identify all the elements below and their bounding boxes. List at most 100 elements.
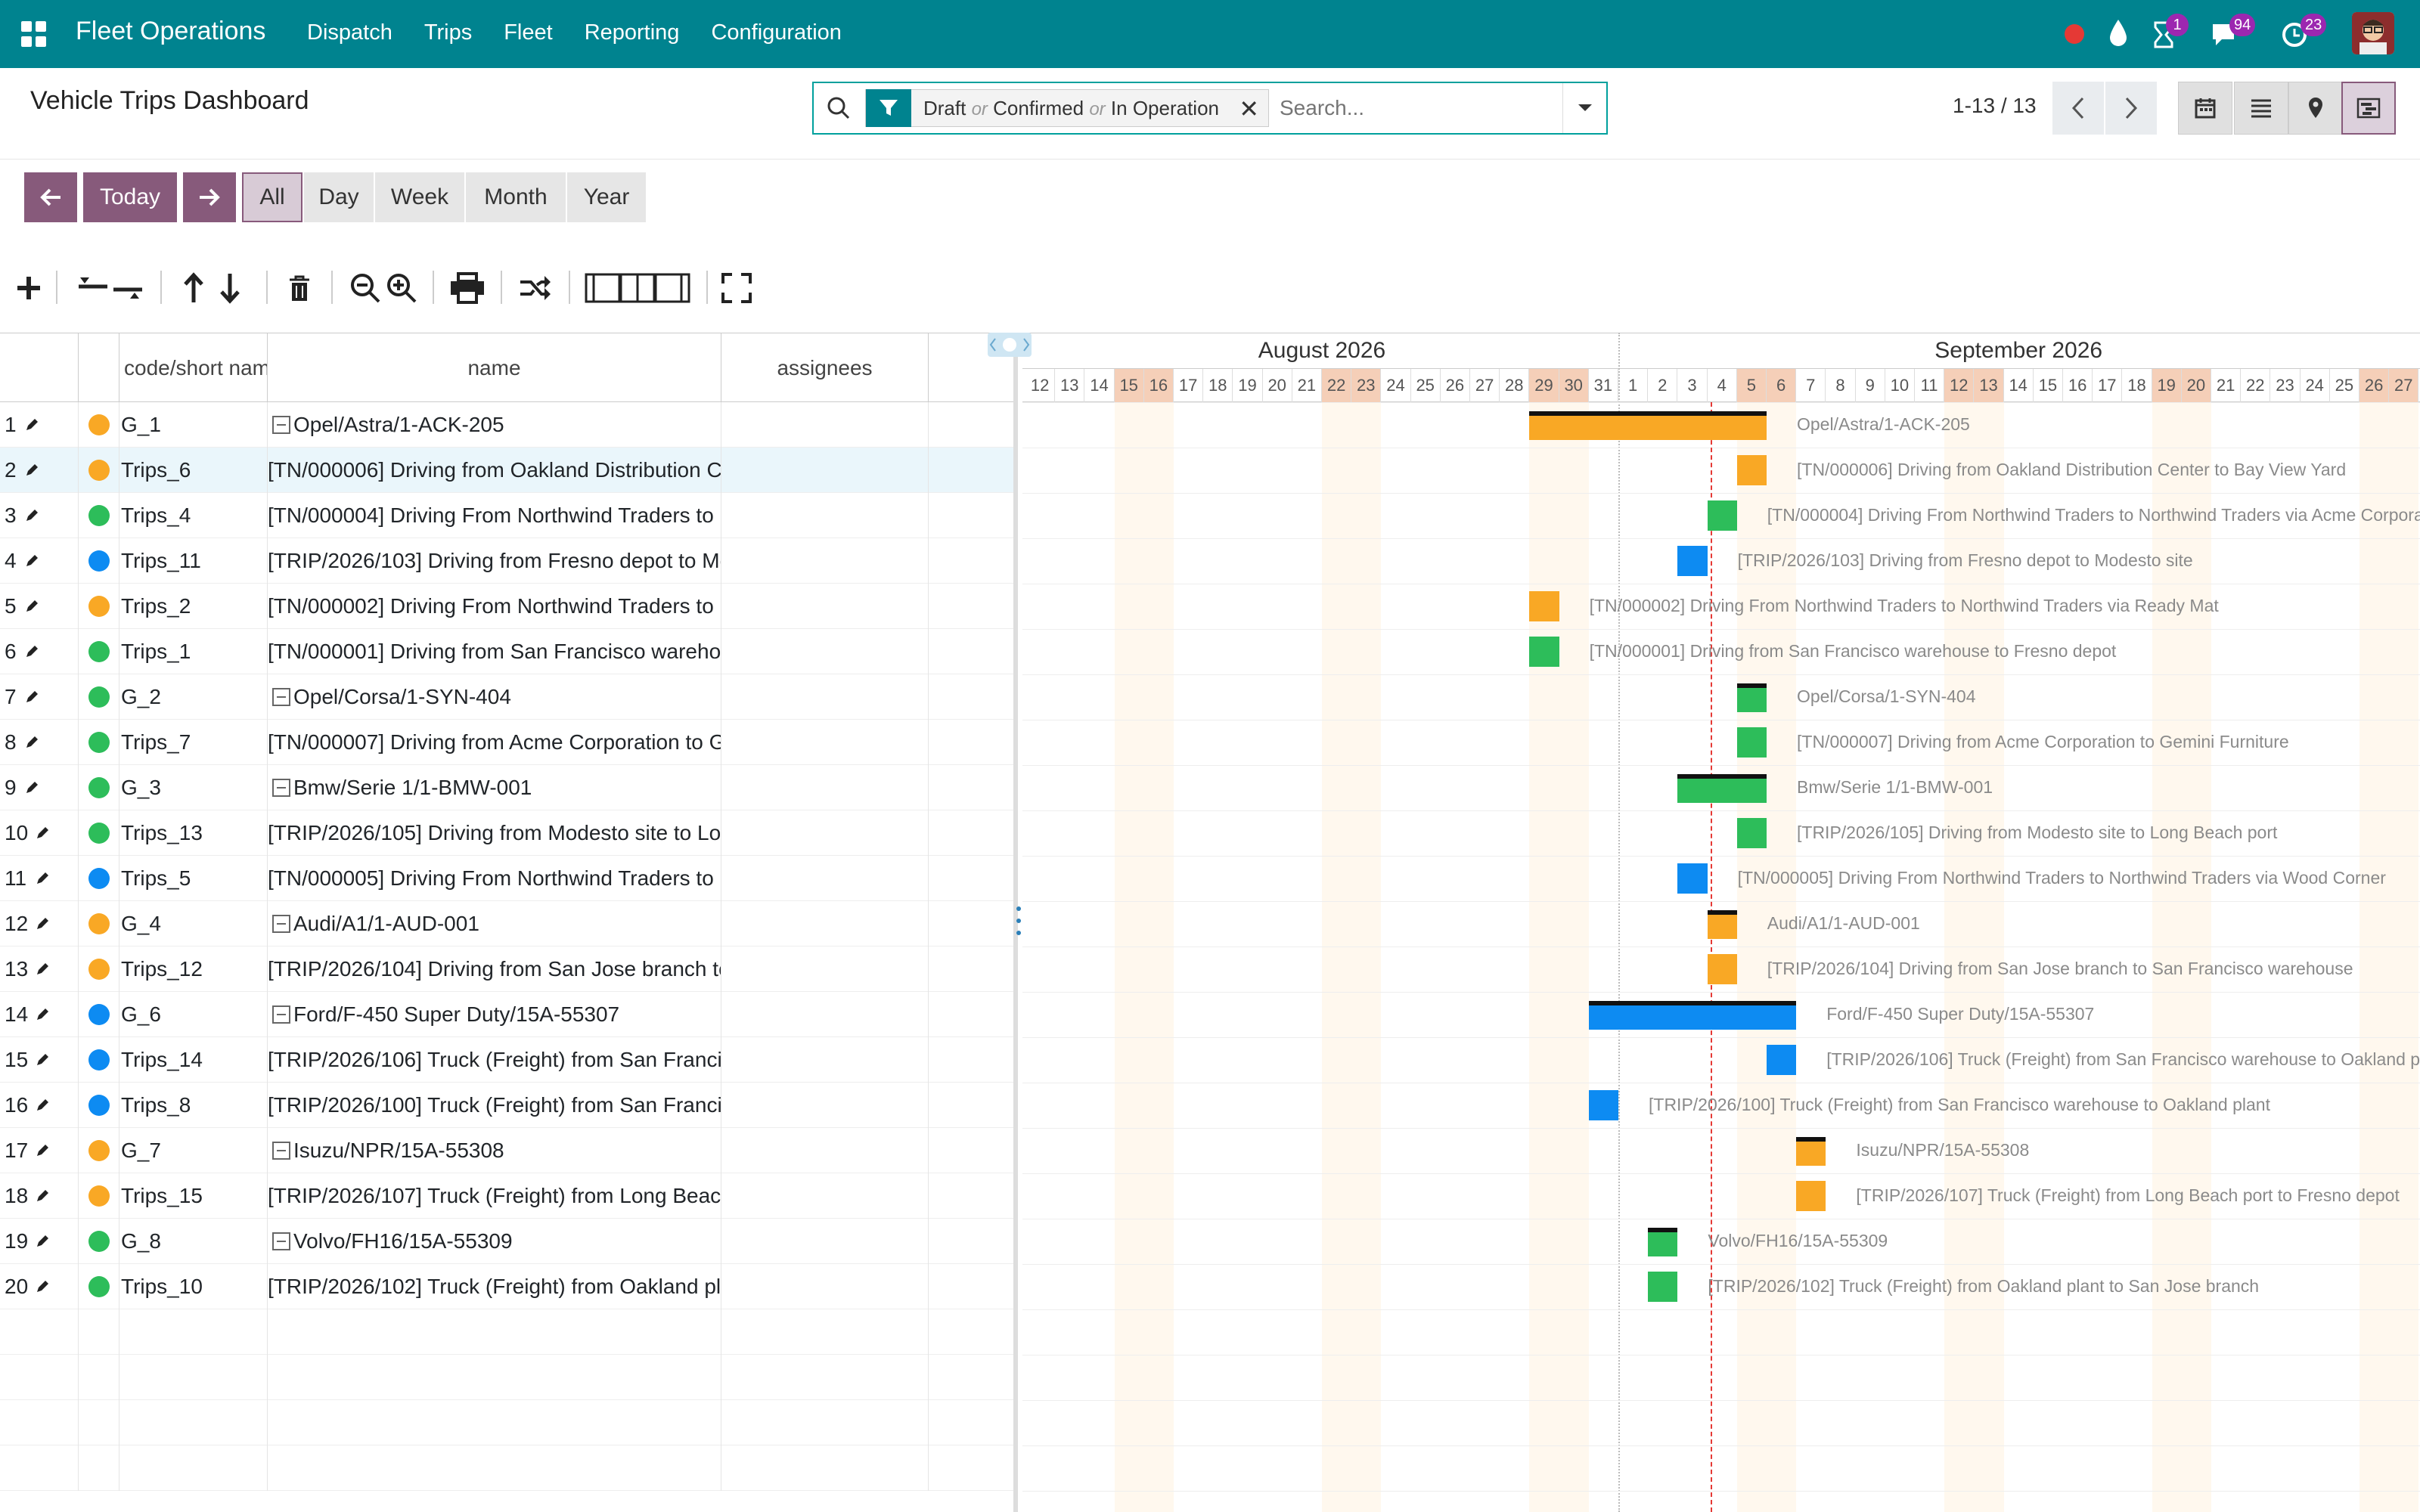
collapse-toggle-icon[interactable] — [272, 915, 290, 933]
add-task-icon[interactable] — [12, 269, 45, 307]
search-icon[interactable] — [826, 95, 852, 121]
zoom-out-icon[interactable] — [348, 269, 383, 307]
group-bar[interactable] — [1736, 683, 1767, 712]
today-button[interactable]: Today — [83, 172, 177, 222]
menu-trips[interactable]: Trips — [424, 20, 472, 45]
table-row[interactable]: 19 G_8 Volvo/FH16/15A-55309 — [0, 1219, 1013, 1264]
fullscreen-icon[interactable] — [720, 269, 753, 307]
menu-dispatch[interactable]: Dispatch — [307, 20, 392, 45]
edit-pencil-icon[interactable] — [35, 1188, 50, 1204]
collapse-toggle-icon[interactable] — [272, 688, 290, 706]
calendar-view-button[interactable] — [2178, 82, 2232, 135]
collapse-toggle-icon[interactable] — [272, 779, 290, 797]
user-avatar[interactable] — [2352, 12, 2394, 54]
edit-pencil-icon[interactable] — [24, 463, 39, 478]
task-bar[interactable] — [1707, 500, 1737, 531]
edit-pencil-icon[interactable] — [35, 871, 50, 886]
task-bar[interactable] — [1736, 818, 1767, 848]
table-row[interactable]: 7 G_2 Opel/Corsa/1-SYN-404 — [0, 674, 1013, 720]
table-row[interactable]: 1 G_1 Opel/Astra/1-ACK-205 — [0, 402, 1013, 448]
edit-pencil-icon[interactable] — [35, 1143, 50, 1158]
collapse-toggle-icon[interactable] — [272, 1232, 290, 1250]
table-row[interactable]: 11 Trips_5 [TN/000005] Driving From Northw… — [0, 856, 1013, 901]
gantt-view-button[interactable] — [2341, 82, 2396, 135]
group-bar[interactable] — [1648, 1228, 1678, 1256]
collapse-toggle-icon[interactable] — [272, 416, 290, 434]
edit-pencil-icon[interactable] — [35, 826, 50, 841]
task-bar[interactable] — [1529, 637, 1559, 667]
activity-menu[interactable]: 1 — [2149, 0, 2195, 68]
filter-facet[interactable]: Draft or Confirmed or In Operation ✕ — [865, 89, 1269, 127]
app-brand[interactable]: Fleet Operations — [76, 17, 265, 46]
updates-menu[interactable]: 23 — [2281, 0, 2334, 68]
timeline-scroll-handle[interactable] — [988, 333, 1032, 357]
menu-configuration[interactable]: Configuration — [711, 20, 842, 45]
search-input[interactable] — [1280, 89, 1567, 127]
recording-indicator[interactable] — [2065, 0, 2087, 68]
edit-pencil-icon[interactable] — [24, 735, 39, 750]
pager-value[interactable]: 1-13 / 13 — [1953, 94, 2037, 118]
zoom-in-icon[interactable] — [384, 269, 419, 307]
collapse-toggle-icon[interactable] — [272, 1142, 290, 1160]
table-row[interactable]: 16 Trips_8 [TRIP/2026/100] Truck (Freight)… — [0, 1083, 1013, 1128]
scale-month-button[interactable]: Month — [466, 172, 566, 222]
edit-pencil-icon[interactable] — [35, 1007, 50, 1022]
table-row[interactable]: 14 G_6 Ford/F-450 Super Duty/15A-55307 — [0, 992, 1013, 1037]
edit-pencil-icon[interactable] — [24, 508, 39, 523]
layout-toggle-icon[interactable] — [584, 269, 691, 307]
group-bar[interactable] — [1529, 411, 1767, 440]
drop-icon[interactable] — [2104, 0, 2134, 68]
next-period-button[interactable] — [183, 172, 236, 222]
edit-pencil-icon[interactable] — [24, 689, 39, 705]
task-bar[interactable] — [1736, 727, 1767, 758]
menu-fleet[interactable]: Fleet — [504, 20, 552, 45]
header-assignees[interactable]: assignees — [721, 333, 929, 403]
task-bar[interactable] — [1767, 1045, 1797, 1075]
scale-day-button[interactable]: Day — [304, 172, 374, 222]
group-bar[interactable] — [1707, 910, 1737, 939]
task-bar[interactable] — [1736, 455, 1767, 485]
header-code[interactable]: code/short name — [119, 333, 268, 403]
table-row[interactable]: 17 G_7 Isuzu/NPR/15A-55308 — [0, 1128, 1013, 1173]
group-bar[interactable] — [1588, 1001, 1797, 1030]
table-row[interactable]: 2 Trips_6 [TN/000006] Driving from Oakland… — [0, 448, 1013, 493]
move-down-icon[interactable] — [215, 269, 245, 307]
search-options-toggle[interactable] — [1562, 83, 1606, 133]
edit-pencil-icon[interactable] — [24, 644, 39, 659]
edit-pencil-icon[interactable] — [35, 1234, 50, 1249]
table-row[interactable]: 8 Trips_7 [TN/000007] Driving from Acme Co… — [0, 720, 1013, 765]
list-view-button[interactable] — [2234, 82, 2288, 135]
table-row[interactable]: 13 Trips_12 [TRIP/2026/104] Driving from S… — [0, 947, 1013, 992]
menu-reporting[interactable]: Reporting — [585, 20, 680, 45]
edit-pencil-icon[interactable] — [35, 916, 50, 931]
edit-pencil-icon[interactable] — [24, 553, 39, 569]
print-icon[interactable] — [448, 269, 487, 307]
task-bar[interactable] — [1796, 1181, 1826, 1211]
collapse-toggle-icon[interactable] — [272, 1005, 290, 1024]
table-row[interactable]: 18 Trips_15 [TRIP/2026/107] Truck (Freight… — [0, 1173, 1013, 1219]
scale-year-button[interactable]: Year — [567, 172, 646, 222]
task-bar[interactable] — [1529, 591, 1559, 621]
pager-previous-button[interactable] — [2052, 82, 2104, 135]
messages-menu[interactable]: 94 — [2210, 0, 2263, 68]
edit-pencil-icon[interactable] — [24, 417, 39, 432]
pane-splitter-handle[interactable] — [1016, 904, 1021, 937]
table-row[interactable]: 4 Trips_11 [TRIP/2026/103] Driving from Fr… — [0, 538, 1013, 584]
table-row[interactable]: 3 Trips_4 [TN/000004] Driving From Northwi… — [0, 493, 1013, 538]
scale-all-button[interactable]: All — [242, 172, 302, 222]
facet-close-icon[interactable]: ✕ — [1239, 94, 1259, 123]
edit-pencil-icon[interactable] — [35, 1279, 50, 1294]
edit-pencil-icon[interactable] — [24, 780, 39, 795]
pager-next-button[interactable] — [2105, 82, 2157, 135]
table-row[interactable]: 15 Trips_14 [TRIP/2026/106] Truck (Freight… — [0, 1037, 1013, 1083]
group-bar[interactable] — [1796, 1137, 1826, 1166]
table-row[interactable]: 20 Trips_10 [TRIP/2026/102] Truck (Freight… — [0, 1264, 1013, 1309]
previous-period-button[interactable] — [24, 172, 77, 222]
delete-icon[interactable] — [284, 269, 315, 307]
share-icon[interactable] — [516, 269, 554, 307]
group-bar[interactable] — [1677, 774, 1767, 803]
header-name[interactable]: name — [268, 333, 721, 403]
table-row[interactable]: 9 G_3 Bmw/Serie 1/1-BMW-001 — [0, 765, 1013, 810]
edit-pencil-icon[interactable] — [35, 1052, 50, 1067]
task-bar[interactable] — [1707, 954, 1737, 984]
